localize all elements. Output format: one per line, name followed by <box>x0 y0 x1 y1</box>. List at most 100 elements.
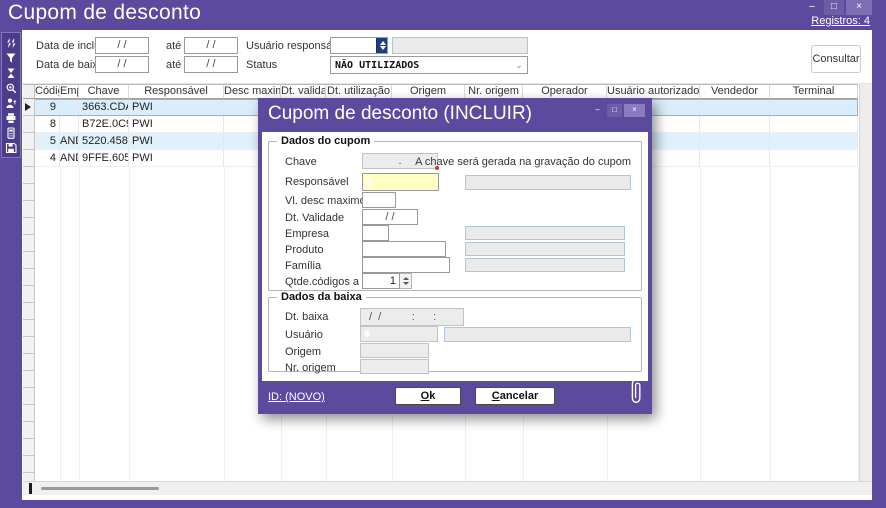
row-selector-cell[interactable] <box>23 116 35 133</box>
cell-emp[interactable] <box>60 99 79 116</box>
cell-emp[interactable] <box>60 116 79 133</box>
col-dt-validade[interactable]: Dt. validade <box>281 85 326 99</box>
qtde-spinner[interactable]: 1 <box>362 273 412 289</box>
calculator-icon[interactable] <box>2 125 20 140</box>
col-vendedor[interactable]: Vendedor <box>700 85 770 99</box>
empresa-label: Empresa <box>285 228 329 240</box>
cancel-button[interactable]: Cancelar <box>475 387 555 405</box>
usuario-responsavel-input[interactable] <box>330 37 388 54</box>
incluir-dialog: Cupom de desconto (INCLUIR) – □ × Dados … <box>258 98 652 414</box>
cell-responsavel[interactable]: PWI <box>129 133 224 150</box>
refresh-icon[interactable] <box>2 35 20 50</box>
lookup-spinner-icon[interactable] <box>427 174 438 190</box>
user-icon[interactable] <box>2 95 20 110</box>
paperclip-icon[interactable] <box>628 377 644 412</box>
cell-emp[interactable]: AND <box>60 150 79 167</box>
registros-link[interactable]: Registros: 4 <box>811 15 870 27</box>
col-chave[interactable]: Chave <box>79 85 129 99</box>
cell-emp[interactable]: AND <box>60 133 79 150</box>
dialog-restore-icon[interactable]: □ <box>607 104 622 117</box>
chevron-down-icon[interactable]: ⌄ <box>511 60 527 71</box>
filter-icon[interactable] <box>2 50 20 65</box>
col-nr-origem[interactable]: Nr. origem <box>465 85 523 99</box>
grid-size-handle[interactable] <box>29 483 32 494</box>
cell-responsavel[interactable]: PWI <box>129 99 224 116</box>
cell-chave[interactable]: 5220.4583 <box>79 133 129 150</box>
col-dt-utilizacao[interactable]: Dt. utilização <box>326 85 392 99</box>
responsavel-label: Responsável <box>285 176 349 188</box>
row-selector-cell[interactable] <box>23 99 35 116</box>
col-emp[interactable]: Emp <box>60 85 79 99</box>
produto-display <box>465 242 625 256</box>
col-responsavel[interactable]: Responsável <box>129 85 224 99</box>
ate-label-1: até <box>166 40 181 52</box>
sidebar-toolbar <box>0 30 22 508</box>
data-inclusao-de-input[interactable]: / / <box>95 37 149 54</box>
usuario-label: Usuário <box>285 329 323 341</box>
row-selector-cell[interactable] <box>23 133 35 150</box>
hourglass-icon[interactable] <box>2 65 20 80</box>
window-title: Cupom de desconto <box>8 1 201 25</box>
chave-label: Chave <box>285 156 317 168</box>
dialog-close-icon[interactable]: × <box>624 104 645 117</box>
minimize-icon[interactable]: – <box>802 0 822 15</box>
usuario-responsavel-display <box>392 37 528 54</box>
spin-updown-icon[interactable] <box>400 273 412 289</box>
consultar-button[interactable]: Consultar <box>811 45 861 73</box>
zoom-icon[interactable] <box>2 80 20 95</box>
empty-row-gutter <box>23 167 35 481</box>
grid-right-strip <box>859 84 872 481</box>
col-origem[interactable]: Origem <box>392 85 465 99</box>
lookup-spinner-icon[interactable] <box>438 258 449 272</box>
lookup-spinner-icon[interactable] <box>434 242 445 256</box>
col-usuario-autorizador[interactable]: Usuário autorizador <box>607 85 700 99</box>
cell-codigo[interactable]: 4 <box>35 150 60 167</box>
dt-validade-input[interactable]: / / <box>362 209 418 225</box>
col-operador[interactable]: Operador <box>523 85 607 99</box>
ate-label-2: até <box>166 59 181 71</box>
empresa-input[interactable] <box>362 225 389 241</box>
familia-input[interactable] <box>362 257 450 273</box>
printer-icon[interactable] <box>2 110 20 125</box>
data-baixa-label: Data de baixa <box>36 59 104 71</box>
status-combobox[interactable]: NÃO UTILIZADOS ⌄ <box>330 56 528 74</box>
restore-icon[interactable]: □ <box>824 0 844 15</box>
scrollbar-thumb[interactable] <box>41 487 159 490</box>
group-title: Dados da baixa <box>277 291 366 303</box>
status-label: Status <box>246 59 277 71</box>
lookup-spinner-icon[interactable] <box>426 327 437 341</box>
cell-responsavel[interactable]: PWI <box>129 116 224 133</box>
vl-desc-input[interactable] <box>362 192 396 208</box>
close-icon[interactable]: × <box>846 0 872 15</box>
data-baixa-ate-input[interactable]: / / <box>184 56 238 73</box>
data-inclusao-ate-input[interactable]: / / <box>184 37 238 54</box>
group-dados-da-baixa: Dados da baixa Dt. baixa / / : : Usuário… <box>268 297 642 372</box>
save-icon[interactable] <box>2 140 20 155</box>
col-terminal[interactable]: Terminal <box>770 85 858 99</box>
ok-button[interactable]: Ok <box>395 387 461 405</box>
cell-codigo[interactable]: 8 <box>35 116 60 133</box>
cell-codigo[interactable]: 9 <box>35 99 60 116</box>
cell-responsavel[interactable]: PWI <box>129 150 224 167</box>
cell-chave[interactable]: 9FFE.6058 <box>79 150 129 167</box>
dialog-minimize-icon[interactable]: – <box>590 104 605 117</box>
cell-chave[interactable]: B72E.0C98 <box>79 116 129 133</box>
dialog-body: Dados do cupom Chave . A chave será gera… <box>262 132 648 381</box>
id-novo-link[interactable]: ID: (NOVO) <box>268 391 325 403</box>
dt-validade-label: Dt. Validade <box>285 212 344 224</box>
col-desc-maximo[interactable]: Desc maximo(%) <box>224 85 281 99</box>
lookup-spinner-icon[interactable] <box>376 38 387 53</box>
qtde-value[interactable]: 1 <box>362 273 400 289</box>
lookup-spinner-icon[interactable] <box>377 226 388 240</box>
responsavel-input[interactable] <box>362 173 439 191</box>
title-bar: Cupom de desconto – □ × Registros: 4 <box>0 0 886 30</box>
cell-codigo[interactable]: 5 <box>35 133 60 150</box>
produto-input[interactable] <box>362 241 446 257</box>
horizontal-scrollbar[interactable] <box>23 481 872 495</box>
col-codigo[interactable]: Código <box>35 85 60 99</box>
cell-chave[interactable]: 3663.CDA5 <box>79 99 129 116</box>
row-selector-cell[interactable] <box>23 150 35 167</box>
data-baixa-de-input[interactable]: / / <box>95 56 149 73</box>
grid-gutter-header <box>23 85 35 99</box>
current-row-arrow-icon <box>25 103 31 111</box>
